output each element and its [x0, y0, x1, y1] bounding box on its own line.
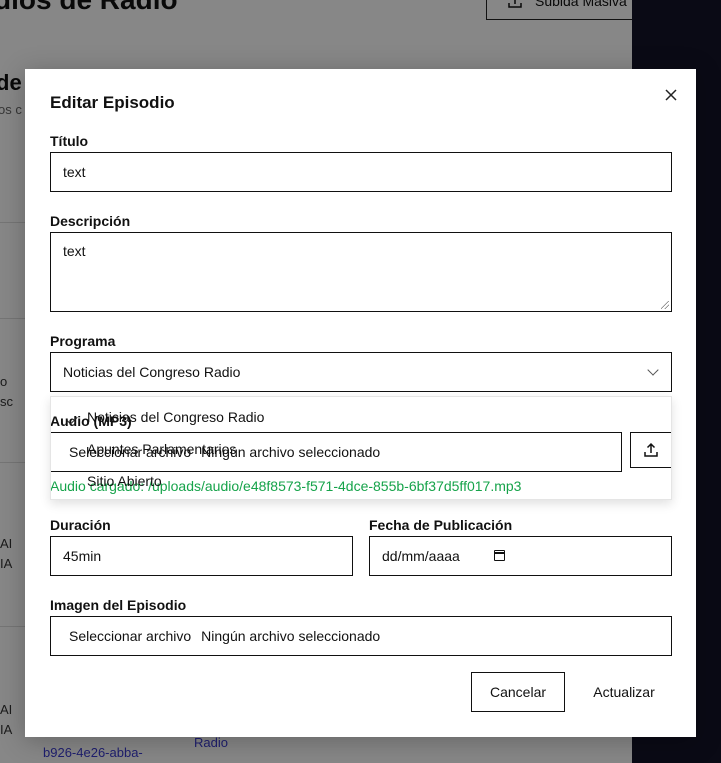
program-label: Programa — [50, 333, 116, 349]
duration-label: Duración — [50, 517, 111, 533]
update-button[interactable]: Actualizar — [577, 672, 671, 712]
duration-input[interactable]: 45min — [50, 536, 353, 576]
title-label: Título — [50, 133, 89, 149]
publish-date-label: Fecha de Publicación — [369, 517, 513, 533]
description-textarea[interactable]: text — [50, 232, 672, 312]
chevron-down-icon — [647, 364, 659, 376]
program-select[interactable]: Noticias del Congreso Radio — [50, 352, 672, 392]
calendar-icon[interactable] — [494, 550, 505, 561]
image-file-status: Ningún archivo seleccionado — [201, 628, 381, 644]
program-option[interactable]: Apuntes Parlamentarios — [87, 441, 236, 457]
description-value: text — [63, 243, 86, 259]
check-icon — [66, 413, 78, 425]
program-dropdown-list: Noticias del Congreso Radio Apuntes Parl… — [50, 396, 672, 500]
publish-date-placeholder: dd/mm/aaaa — [382, 548, 460, 564]
publish-date-input[interactable]: dd/mm/aaaa — [369, 536, 672, 576]
edit-episode-modal: Editar Episodio Título text Descripción … — [25, 69, 696, 737]
image-label: Imagen del Episodio — [50, 597, 187, 613]
image-file-input[interactable]: Seleccionar archivo Ningún archivo selec… — [50, 616, 672, 656]
duration-value: 45min — [63, 548, 102, 564]
close-icon — [665, 89, 677, 101]
image-select-file-button[interactable]: Seleccionar archivo — [69, 628, 191, 644]
modal-title: Editar Episodio — [50, 93, 175, 112]
description-label: Descripción — [50, 213, 131, 229]
program-selected-value: Noticias del Congreso Radio — [63, 364, 241, 380]
program-option[interactable]: Noticias del Congreso Radio — [87, 409, 264, 425]
title-input-value: text — [63, 164, 86, 180]
resize-handle-icon[interactable] — [661, 301, 669, 309]
cancel-button[interactable]: Cancelar — [471, 672, 565, 712]
close-button[interactable] — [661, 85, 681, 105]
program-option[interactable]: Sitio Abierto — [87, 473, 162, 489]
title-input[interactable]: text — [50, 152, 672, 192]
